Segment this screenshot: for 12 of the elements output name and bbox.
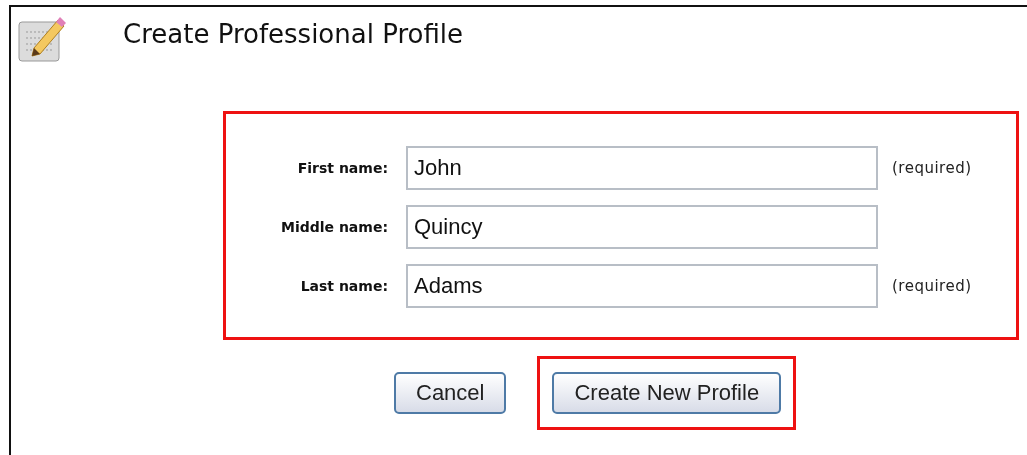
text-field[interactable]: John bbox=[406, 146, 878, 190]
page-title: Create Professional Profile bbox=[123, 19, 464, 51]
field-label: Middle name: bbox=[279, 219, 389, 235]
action-button[interactable]: Cancel bbox=[394, 372, 507, 414]
required-note: (required) bbox=[892, 159, 973, 177]
field-label: First name: bbox=[296, 160, 389, 176]
text-field[interactable]: Adams bbox=[406, 264, 878, 308]
action-button[interactable]: Create New Profile bbox=[552, 372, 782, 414]
text-field[interactable]: Quincy bbox=[406, 205, 878, 249]
field-label: Last name: bbox=[299, 278, 389, 294]
required-note: (required) bbox=[892, 277, 973, 295]
pencil-notepad-icon bbox=[18, 14, 66, 62]
